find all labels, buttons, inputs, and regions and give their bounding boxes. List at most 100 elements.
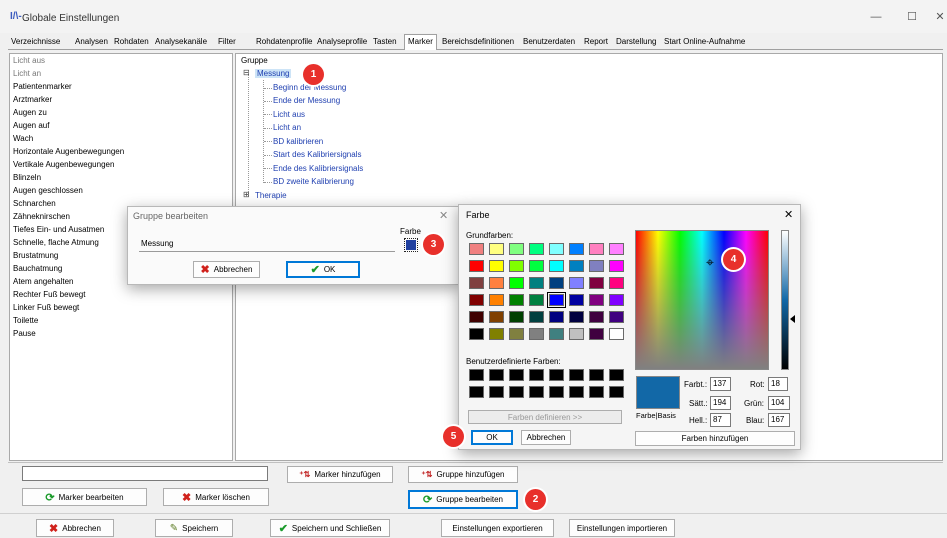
basic-color-swatch[interactable] — [509, 243, 524, 255]
basic-color-swatch[interactable] — [469, 243, 484, 255]
basic-color-swatch[interactable] — [609, 328, 624, 340]
dialog-ok-button[interactable]: ✔ OK — [286, 261, 360, 278]
close-window-button[interactable]: ✕ — [933, 8, 947, 26]
basic-color-swatch[interactable] — [509, 328, 524, 340]
custom-color-swatch[interactable] — [589, 386, 604, 398]
custom-color-swatch[interactable] — [509, 369, 524, 381]
list-item[interactable]: Arztmarker — [13, 95, 52, 104]
list-item[interactable]: Schnarchen — [13, 199, 56, 208]
basic-color-swatch[interactable] — [589, 294, 604, 306]
basic-color-swatch[interactable] — [569, 311, 584, 323]
tree-group-therapie[interactable]: Therapie — [255, 191, 287, 200]
basic-color-swatch[interactable] — [529, 294, 544, 306]
save-and-close-button[interactable]: ✔ Speichern und Schließen — [270, 519, 390, 537]
tab-analysekanaele[interactable]: Analysekanäle — [152, 35, 210, 50]
delete-marker-button[interactable]: ✖ Marker löschen — [163, 488, 269, 506]
basic-color-swatch[interactable] — [469, 277, 484, 289]
basic-color-swatch[interactable] — [569, 328, 584, 340]
basic-color-swatch[interactable] — [489, 328, 504, 340]
basic-color-swatch[interactable] — [489, 260, 504, 272]
luminance-arrow-icon[interactable] — [790, 315, 795, 323]
basic-color-swatch[interactable] — [609, 260, 624, 272]
tab-bereichsdefinitionen[interactable]: Bereichsdefinitionen — [439, 35, 517, 50]
basic-color-swatch[interactable] — [569, 243, 584, 255]
save-button[interactable]: ✎ Speichern — [155, 519, 233, 537]
tab-verzeichnisse[interactable]: Verzeichnisse — [8, 35, 63, 50]
custom-color-swatch[interactable] — [529, 369, 544, 381]
group-name-input[interactable]: Messung — [139, 238, 395, 252]
list-item[interactable]: Zähneknirschen — [13, 212, 70, 221]
custom-color-swatch[interactable] — [549, 386, 564, 398]
basic-color-swatch[interactable] — [489, 277, 504, 289]
custom-color-swatch[interactable] — [609, 369, 624, 381]
basic-color-swatch[interactable] — [509, 294, 524, 306]
tab-report[interactable]: Report — [581, 35, 611, 50]
basic-color-swatch[interactable] — [589, 243, 604, 255]
add-custom-color-button[interactable]: Farben hinzufügen — [635, 431, 795, 446]
basic-color-swatch[interactable] — [529, 328, 544, 340]
sat-field[interactable]: 194 — [710, 396, 731, 410]
basic-color-swatch[interactable] — [509, 260, 524, 272]
cancel-button[interactable]: ✖ Abbrechen — [36, 519, 114, 537]
list-item[interactable]: Brustatmung — [13, 251, 58, 260]
tab-darstellung[interactable]: Darstellung — [613, 35, 659, 50]
color-ok-button[interactable]: OK — [471, 430, 513, 445]
tree-item[interactable]: Licht aus — [273, 110, 305, 119]
dialog-close-button[interactable]: ✕ — [439, 209, 448, 222]
custom-color-swatch[interactable] — [569, 369, 584, 381]
maximize-button[interactable]: ☐ — [902, 8, 922, 26]
basic-color-swatch[interactable] — [469, 260, 484, 272]
red-field[interactable]: 18 — [768, 377, 788, 391]
tab-rohdatenprofile[interactable]: Rohdatenprofile — [253, 35, 315, 50]
list-item[interactable]: Rechter Fuß bewegt — [13, 290, 85, 299]
color-spectrum[interactable]: ⌖ — [635, 230, 769, 370]
tree-expander-icon[interactable]: ⊞ — [243, 190, 250, 199]
color-cancel-button[interactable]: Abbrechen — [521, 430, 571, 445]
tree-expander-icon[interactable]: ⊟ — [243, 68, 250, 77]
tree-item[interactable]: BD zweite Kalibrierung — [273, 177, 354, 186]
list-item[interactable]: Horizontale Augenbewegungen — [13, 147, 124, 156]
edit-marker-button[interactable]: ⟳ Marker bearbeiten — [22, 488, 147, 506]
add-group-button[interactable]: ⁺⇅ Gruppe hinzufügen — [408, 466, 518, 483]
tree-item[interactable]: Start des Kalibriersignals — [273, 150, 361, 159]
basic-color-swatch[interactable] — [469, 311, 484, 323]
tab-benutzerdaten[interactable]: Benutzerdaten — [520, 35, 578, 50]
blue-field[interactable]: 167 — [768, 413, 790, 427]
basic-color-swatch[interactable] — [589, 277, 604, 289]
custom-color-swatch[interactable] — [489, 386, 504, 398]
tab-marker[interactable]: Marker — [404, 34, 437, 50]
custom-color-swatch[interactable] — [469, 369, 484, 381]
define-colors-button[interactable]: Farben definieren >> — [468, 410, 622, 424]
list-item[interactable]: Augen geschlossen — [13, 186, 83, 195]
custom-color-swatch[interactable] — [529, 386, 544, 398]
list-item[interactable]: Wach — [13, 134, 33, 143]
list-item[interactable]: Blinzeln — [13, 173, 41, 182]
green-field[interactable]: 104 — [768, 396, 790, 410]
basic-color-swatch[interactable] — [489, 243, 504, 255]
list-item[interactable]: Vertikale Augenbewegungen — [13, 160, 114, 169]
basic-color-swatch[interactable] — [609, 243, 624, 255]
hue-field[interactable]: 137 — [710, 377, 731, 391]
tab-analyseprofile[interactable]: Analyseprofile — [314, 35, 370, 50]
basic-color-swatch[interactable] — [609, 311, 624, 323]
color-swatch-button[interactable] — [404, 238, 418, 252]
basic-color-swatch[interactable] — [569, 260, 584, 272]
dialog-cancel-button[interactable]: ✖ Abbrechen — [193, 261, 260, 278]
list-item[interactable]: Toilette — [13, 316, 38, 325]
tree-item[interactable]: Ende der Messung — [273, 96, 340, 105]
basic-color-swatch[interactable] — [529, 311, 544, 323]
basic-color-swatch[interactable] — [569, 294, 584, 306]
export-settings-button[interactable]: Einstellungen exportieren — [441, 519, 554, 537]
basic-color-swatch[interactable] — [529, 260, 544, 272]
basic-color-swatch[interactable] — [489, 294, 504, 306]
basic-color-swatch[interactable] — [469, 294, 484, 306]
custom-color-swatch[interactable] — [589, 369, 604, 381]
tab-tasten[interactable]: Tasten — [370, 35, 400, 50]
tree-group-messung[interactable]: Messung — [255, 69, 292, 78]
basic-color-swatch[interactable] — [469, 328, 484, 340]
list-item[interactable]: Pause — [13, 329, 36, 338]
tab-analysen[interactable]: Analysen — [72, 35, 111, 50]
basic-color-swatch[interactable] — [589, 328, 604, 340]
tree-item[interactable]: Ende des Kalibriersignals — [273, 164, 363, 173]
minimize-button[interactable]: — — [866, 8, 886, 26]
